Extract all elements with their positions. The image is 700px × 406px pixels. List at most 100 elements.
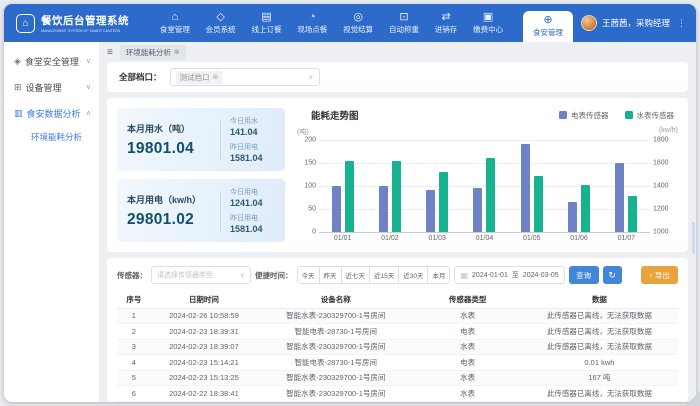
bar-电表传感器 — [473, 188, 482, 232]
sidebar-item-equipment[interactable]: ⊞ 设备管理 ∨ — [4, 74, 99, 100]
nav-label: 现场点餐 — [297, 24, 327, 35]
sidebar-item-label: 食安数据分析 — [27, 107, 81, 120]
table-row[interactable]: 22024-02-23 18:39:31智能电表-28730-1号房间电表此传感… — [117, 324, 678, 340]
table-row[interactable]: 62024-02-22 18:38:41智能水表-230329700-1号房间水… — [117, 386, 678, 402]
bar-电表传感器 — [521, 144, 530, 232]
quick-time-button-4[interactable]: 近30天 — [398, 266, 428, 284]
legend-label: 水表传感器 — [637, 110, 675, 121]
y-tick-right: 1600 — [653, 160, 669, 167]
export-up-icon: ↑ — [649, 271, 653, 280]
table-cell: 智能水表-230329700-1号房间 — [257, 339, 414, 355]
table-cell: 水表 — [414, 370, 521, 386]
sidebar-item-canteen-safety[interactable]: ◈食堂安全管理∨ — [4, 48, 99, 74]
table-cell: 水表 — [414, 308, 521, 324]
y-axis-right: 18001600140012001000 — [650, 140, 678, 232]
table-row[interactable]: 12024-02-26 10:58:59智能水表-230329700-1号房间水… — [117, 308, 678, 324]
nav-item-onsite-ordering[interactable]: ◔现场点餐 — [297, 12, 327, 35]
y-axis-left: 200150100500 — [297, 140, 319, 232]
date-from[interactable]: 2024-01-01 — [472, 272, 508, 279]
table-row[interactable]: 52024-02-23 15:13:25智能水表-230329700-1号房间水… — [117, 370, 678, 386]
bar-电表传感器 — [426, 190, 435, 232]
chevron-icon: ∨ — [86, 83, 91, 91]
user-menu-dots-icon[interactable]: ⋮ — [677, 18, 686, 29]
bar-电表传感器 — [332, 186, 341, 232]
gridline — [319, 232, 650, 233]
canteen-safety-icon: ◈ — [14, 56, 21, 67]
auto-weighing-icon: ⊡ — [399, 12, 408, 23]
nav-label: 视觉结算 — [343, 24, 373, 35]
nav-item-auto-weighing[interactable]: ⊡自动称重 — [389, 12, 419, 35]
export-button[interactable]: ↑ 导出 — [641, 266, 678, 284]
nav-item-payment-center[interactable]: ▣缴费中心 — [473, 12, 503, 35]
table-header-cell: 传感器类型 — [414, 291, 521, 308]
quick-time-label: 便捷时间： — [255, 270, 293, 281]
x-axis-labels: 01/0101/0201/0301/0401/0501/0601/07 — [319, 235, 650, 242]
scrollbar-thumb[interactable] — [692, 222, 695, 254]
stall-filter-label: 全部档口： — [119, 71, 162, 83]
user-area[interactable]: 王茜茜，采购经理 ⋮ — [581, 4, 696, 42]
sidebar: ◈食堂安全管理∨ ⊞ 设备管理 ∨ ▥ 食安数据分析 ∧ 环境能耗分析 — [4, 42, 99, 402]
table-cell: 167 吨 — [521, 370, 678, 386]
nav-item-canteen-management[interactable]: ⌂食堂管理 — [160, 12, 190, 35]
sensor-table-card: 传感器： 请选择传感器类型 ∨ 便捷时间： 今天昨天近七天近15天近30天本月 … — [107, 258, 688, 402]
sensor-type-select[interactable]: 请选择传感器类型 ∨ — [151, 266, 251, 284]
nav-item-visual-checkout[interactable]: ◎视觉结算 — [343, 12, 373, 35]
tab-strip: ≡ 环境能耗分析 ⊗ — [107, 42, 688, 62]
y-tick-right: 1200 — [653, 206, 669, 213]
app-window: ⌂ 餐饮后台管理系统 MANAGEMENT SYSTEM OF SMART CA… — [4, 4, 696, 402]
refresh-button[interactable]: ↻ — [603, 266, 622, 284]
stall-select[interactable]: 测试档口 ⊗ ∨ — [170, 68, 320, 86]
sidebar-item-food-safety-analytics[interactable]: ▥ 食安数据分析 ∧ — [4, 100, 99, 126]
table-cell: 此传感器已离线，无法获取数据 — [521, 308, 678, 324]
bar-水表传感器 — [534, 176, 543, 232]
stat-side-value: 1241.04 — [230, 198, 263, 208]
quick-time-button-1[interactable]: 昨天 — [319, 266, 342, 284]
electric-stat-title: 本月用电（kw/h） — [127, 193, 211, 206]
chart-plot — [319, 140, 650, 232]
nav-item-online-ordering[interactable]: ▤线上订餐 — [251, 12, 281, 35]
divider — [220, 191, 221, 231]
y-tick-left: 50 — [308, 206, 316, 213]
quick-time-button-2[interactable]: 近七天 — [341, 266, 371, 284]
bar-水表传感器 — [628, 196, 637, 232]
quick-time-button-0[interactable]: 今天 — [297, 266, 320, 284]
date-range-picker[interactable]: ▦ 2024-01-01 至 2024-03-05 — [454, 266, 564, 284]
nav-item-member-system[interactable]: ◇会员系统 — [206, 12, 236, 35]
stat-side-value: 141.04 — [230, 127, 263, 137]
electric-stat-value: 29801.02 — [127, 211, 211, 229]
table-cell: 2 — [117, 324, 151, 340]
stall-tag: 测试档口 ⊗ — [176, 71, 223, 84]
tag-close-icon[interactable]: ⊗ — [213, 73, 219, 81]
sidebar-subitem-env-energy-analysis[interactable]: 环境能耗分析 — [4, 126, 99, 148]
water-stat-title: 本月用水（吨） — [127, 122, 211, 135]
query-button[interactable]: 查询 — [569, 266, 599, 284]
y-tick-left: 0 — [312, 229, 316, 236]
right-axis-unit: (kw/h) — [659, 127, 678, 137]
food-safety-analytics-icon: ▥ — [14, 108, 23, 119]
nav-label: 进销存 — [435, 24, 458, 35]
quick-time-button-3[interactable]: 近15天 — [369, 266, 399, 284]
tab-env-energy-analysis[interactable]: 环境能耗分析 ⊗ — [120, 45, 186, 60]
quick-time-button-5[interactable]: 本月 — [427, 266, 450, 284]
table-cell: 电表 — [414, 355, 521, 371]
y-tick-right: 1000 — [653, 229, 669, 236]
legend-swatch — [559, 111, 567, 119]
nav-item-inventory[interactable]: ⇄进销存 — [435, 12, 458, 35]
bar-group — [615, 140, 637, 232]
table-row[interactable]: 32024-02-23 18:39:07智能水表-230329700-1号房间水… — [117, 339, 678, 355]
table-row[interactable]: 42024-02-23 15:14:21智能电表-28730-1号房间电表0.0… — [117, 355, 678, 371]
equipment-icon: ⊞ — [14, 82, 22, 93]
bar-水表传感器 — [581, 185, 590, 232]
table-cell: 2024-02-22 18:38:41 — [151, 386, 258, 402]
chevron-icon: ∧ — [86, 109, 91, 117]
date-to[interactable]: 2024-03-05 — [523, 272, 559, 279]
table-header-cell: 数据 — [521, 291, 678, 308]
tab-close-icon[interactable]: ⊗ — [174, 48, 180, 56]
x-tick-label: 01/05 — [523, 235, 541, 242]
collapse-sidebar-icon[interactable]: ≡ — [107, 47, 113, 58]
chart-legend: 电表传感器水表传感器 — [559, 110, 674, 121]
nav-item-food-safety-active[interactable]: ⊕ 食安管理 — [523, 11, 573, 42]
sidebar-item-label: 设备管理 — [26, 81, 62, 94]
bar-水表传感器 — [392, 161, 401, 232]
member-system-icon: ◇ — [216, 12, 224, 23]
